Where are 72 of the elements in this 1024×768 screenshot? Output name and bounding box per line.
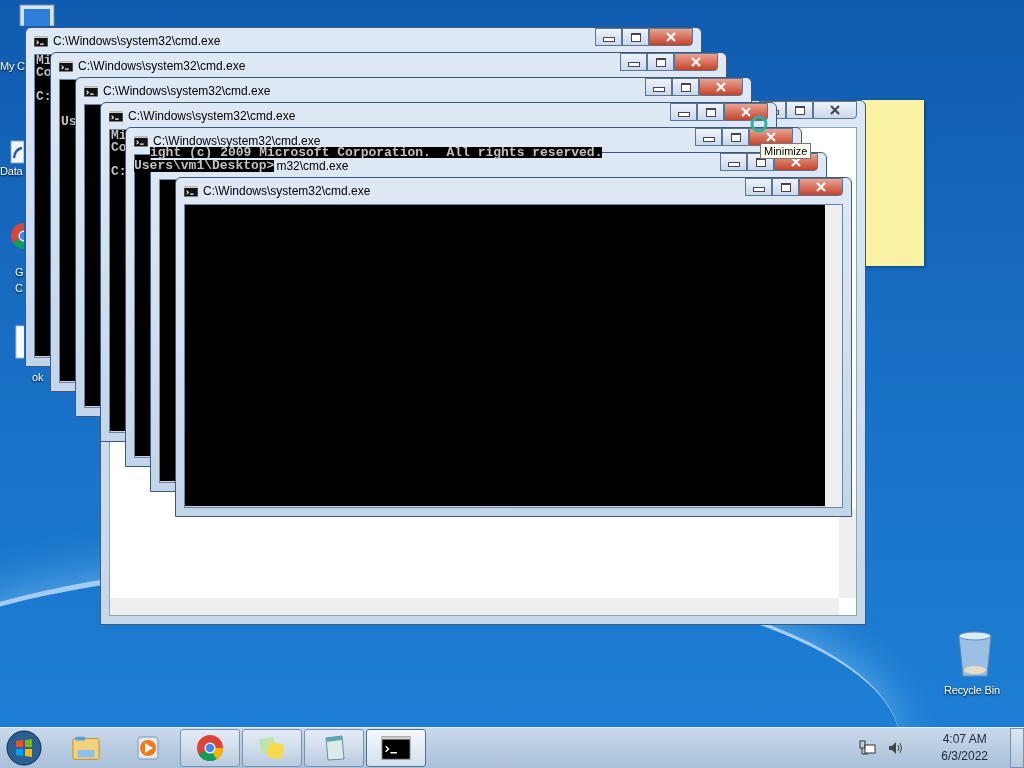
minimize-button[interactable]: [645, 78, 672, 96]
console-icon: [184, 185, 198, 197]
maximize-button[interactable]: [672, 78, 699, 96]
close-icon: [829, 105, 841, 115]
icon-label: Recycle Bin: [944, 683, 1000, 698]
icon-label: Data: [0, 164, 23, 179]
close-icon: [790, 157, 802, 167]
close-button[interactable]: [649, 28, 693, 46]
shortcut-icon[interactable]: [10, 140, 24, 164]
console-icon: [134, 135, 148, 147]
close-icon: [765, 132, 777, 142]
taskbar-button[interactable]: [366, 729, 426, 767]
console-text: ight (c) 2009 Microsoft Corporation. All rights reserved.: [150, 147, 603, 158]
maximize-button[interactable]: [647, 53, 674, 71]
close-button[interactable]: [674, 53, 718, 71]
start-button[interactable]: [6, 730, 42, 766]
close-icon: [665, 32, 677, 42]
horizontal-scrollbar[interactable]: [110, 598, 839, 615]
console-text: Mi: [36, 55, 52, 67]
console-icon: [34, 35, 48, 47]
maximize-button[interactable]: [697, 103, 724, 121]
clock-time: 4:07 AM: [942, 731, 987, 748]
minimize-button[interactable]: [720, 153, 747, 171]
vertical-scrollbar[interactable]: [825, 205, 842, 507]
console-icon: [109, 110, 123, 122]
console-prompt: Us: [61, 116, 77, 128]
console-prompt: C:: [111, 166, 127, 178]
vertical-scrollbar[interactable]: [839, 508, 856, 598]
window-title: C:\Windows\system32\cmd.exe: [78, 59, 246, 73]
close-button[interactable]: [699, 78, 743, 96]
close-icon: [690, 57, 702, 67]
clock[interactable]: 4:07 AM 6/3/2022: [941, 731, 988, 765]
icon-label: G: [15, 265, 24, 280]
icon-label: C: [15, 281, 23, 296]
minimize-button[interactable]: [620, 53, 647, 71]
icon-label: My C: [0, 59, 25, 74]
sticky-notes-icon: [257, 734, 287, 762]
window-title: C:\Windows\system32\cmd.exe: [103, 84, 271, 98]
window-title: m32\cmd.exe: [276, 159, 349, 173]
browser-icon: [195, 734, 225, 762]
tooltip: Minimize: [760, 143, 812, 159]
close-button[interactable]: [724, 103, 768, 121]
folder-icon: [71, 734, 101, 762]
console-text: Mi: [111, 130, 127, 142]
maximize-button[interactable]: [786, 101, 813, 119]
recycle-bin-icon[interactable]: [955, 630, 995, 678]
close-icon: [715, 82, 727, 92]
maximize-button[interactable]: [772, 178, 799, 196]
window-title: C:\Windows\system32\cmd.exe: [53, 34, 221, 48]
console-icon: [84, 85, 98, 97]
window-title: C:\Windows\system32\cmd.exe: [203, 184, 371, 198]
busy-cursor-icon: [749, 114, 769, 134]
close-icon: [740, 107, 752, 117]
maximize-button[interactable]: [622, 28, 649, 46]
clock-date: 6/3/2022: [941, 748, 988, 765]
minimize-button[interactable]: [745, 178, 772, 196]
console-prompt: C:: [36, 91, 52, 103]
minimize-button[interactable]: [695, 128, 722, 146]
console-text: Users\vm1\Desktop>: [134, 160, 275, 172]
maximize-button[interactable]: [722, 128, 749, 146]
window-title: C:\Windows\system32\cmd.exe: [153, 134, 321, 148]
console-icon: [381, 734, 411, 762]
network-icon[interactable]: [859, 740, 878, 756]
close-button[interactable]: [813, 101, 857, 119]
close-icon: [815, 182, 827, 192]
browser-icon[interactable]: [10, 222, 24, 250]
minimize-button[interactable]: [595, 28, 622, 46]
console-icon: [59, 60, 73, 72]
minimize-button[interactable]: [670, 103, 697, 121]
icon-label: ok: [32, 370, 44, 385]
window-title: C:\Windows\system32\cmd.exe: [128, 109, 296, 123]
close-button[interactable]: [799, 178, 843, 196]
